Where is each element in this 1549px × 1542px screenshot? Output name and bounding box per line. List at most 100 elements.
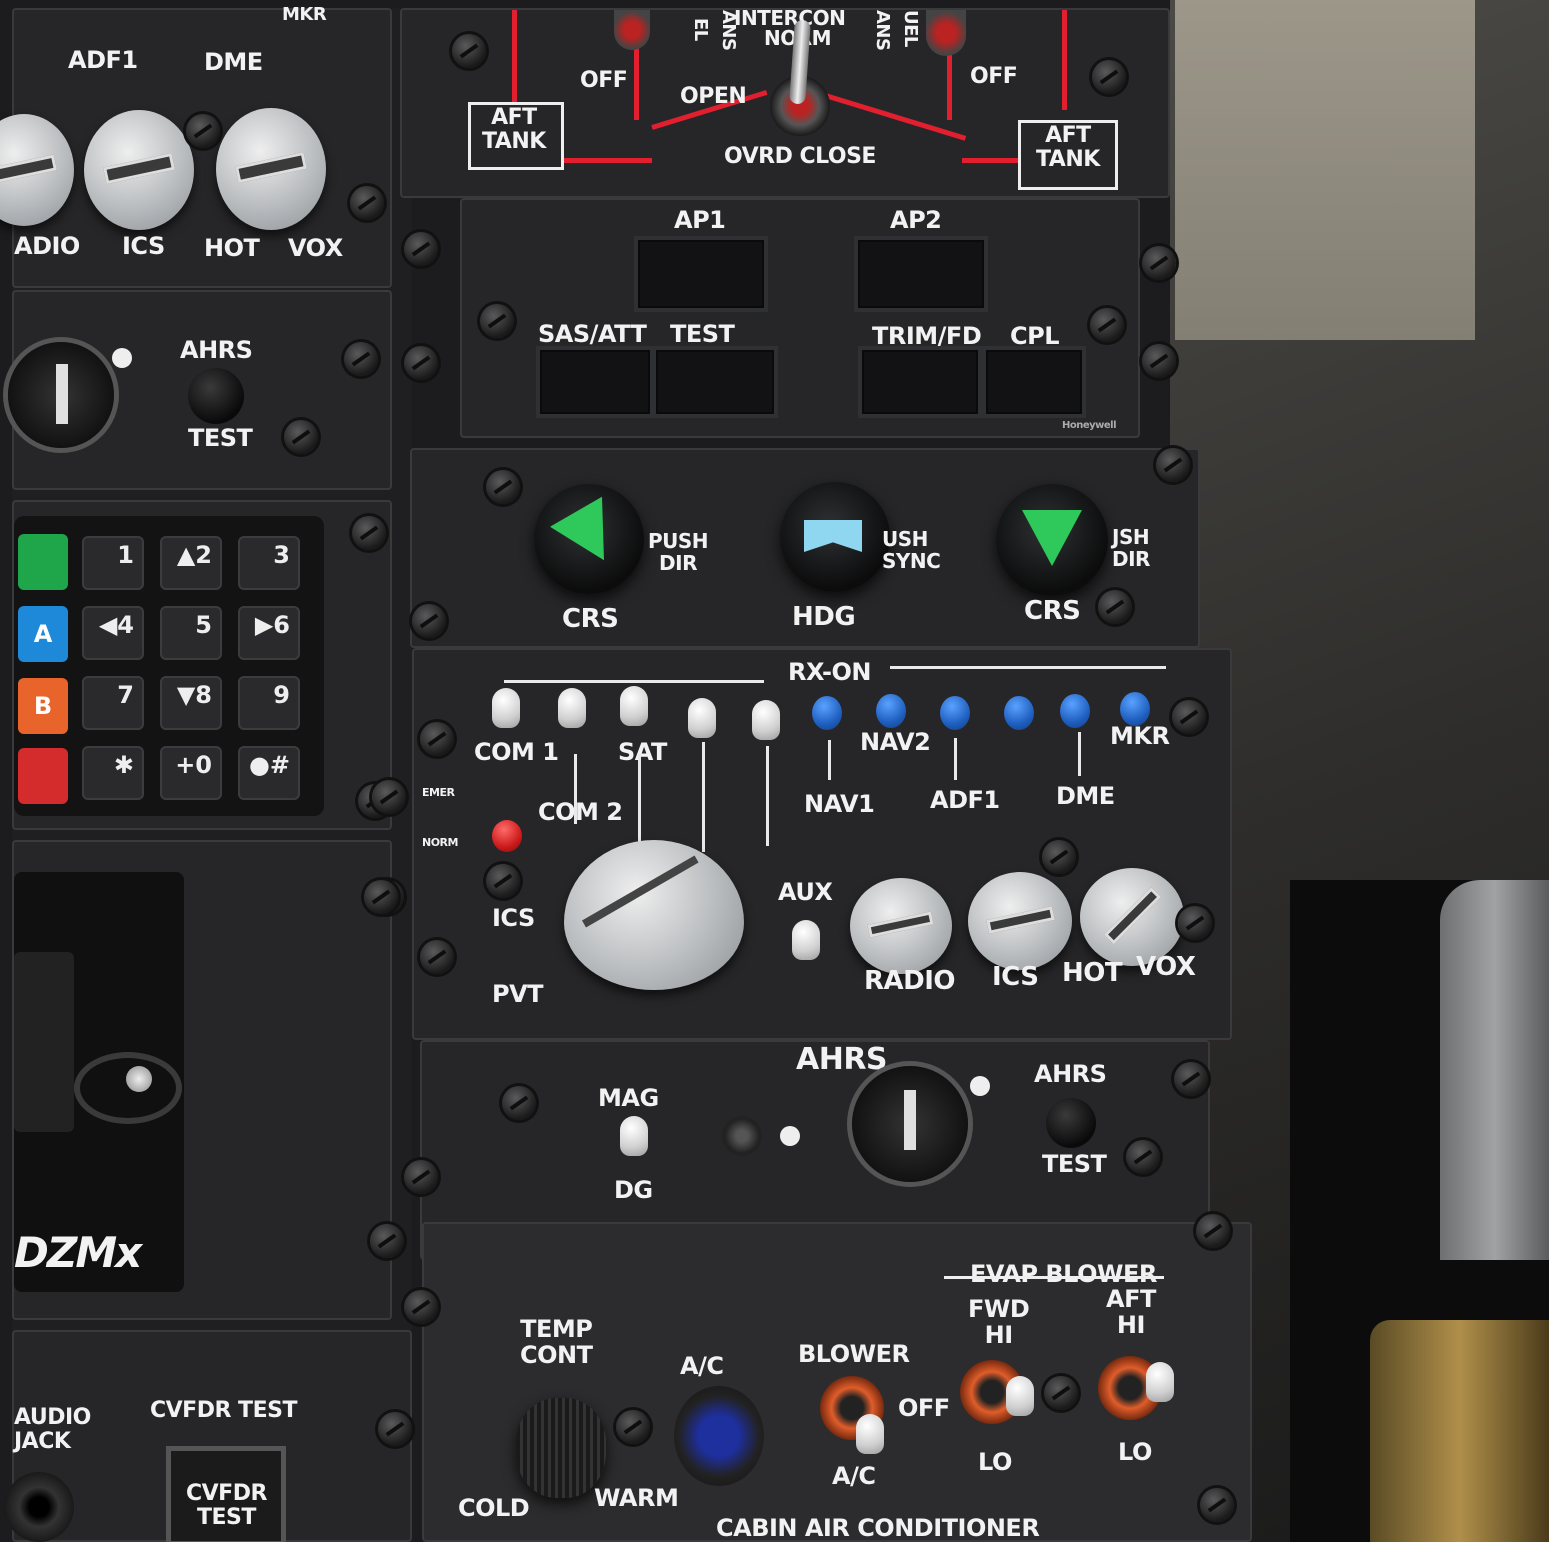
course-panel: PUSH DIR CRS USH SYNC HDG JSH DIR CRS bbox=[410, 448, 1200, 648]
audio-jack[interactable] bbox=[4, 1472, 74, 1542]
blower-lever[interactable] bbox=[856, 1414, 884, 1454]
left-radio-label: ADIO bbox=[14, 232, 80, 260]
panel-detail bbox=[582, 855, 699, 928]
panel-screw bbox=[378, 1412, 412, 1446]
nav1-toggle[interactable] bbox=[812, 696, 842, 730]
sat-toggle[interactable] bbox=[620, 686, 648, 726]
crs-right-knob[interactable] bbox=[996, 484, 1108, 596]
key-8[interactable]: ▼8 bbox=[160, 676, 222, 730]
mag-dg-toggle[interactable] bbox=[620, 1116, 648, 1156]
crs-left-label: CRS bbox=[562, 604, 619, 634]
key-5[interactable]: 5 bbox=[160, 606, 222, 660]
com1-toggle[interactable] bbox=[492, 688, 520, 728]
end-key[interactable] bbox=[18, 748, 68, 804]
off-label: OFF bbox=[898, 1394, 950, 1422]
key-3[interactable]: 3 bbox=[238, 536, 300, 590]
left-hot-vox-knob[interactable] bbox=[216, 108, 326, 230]
key-star[interactable]: ✱ bbox=[82, 746, 144, 800]
key-7[interactable]: 7 bbox=[82, 676, 144, 730]
sas-att-button[interactable] bbox=[536, 346, 654, 418]
left-ahrs-test-button[interactable] bbox=[188, 368, 244, 424]
panel-detail bbox=[56, 364, 68, 424]
key-hash[interactable]: ●# bbox=[238, 746, 300, 800]
cpl-button[interactable] bbox=[982, 346, 1086, 418]
aft-hi-label: AFT HI bbox=[1106, 1285, 1156, 1339]
ap1-button[interactable] bbox=[634, 236, 768, 312]
left-radio-knob[interactable] bbox=[0, 114, 74, 226]
emer-norm-toggle[interactable] bbox=[492, 820, 522, 852]
left-ics-knob[interactable] bbox=[84, 110, 194, 230]
cable-bracket bbox=[14, 952, 74, 1132]
com2-toggle[interactable] bbox=[558, 688, 586, 728]
adf2-toggle[interactable] bbox=[1004, 696, 1034, 730]
radio-volume-knob[interactable] bbox=[850, 878, 952, 974]
test-button[interactable] bbox=[652, 346, 778, 418]
panel-guide-line bbox=[504, 680, 764, 683]
panel-guide-line bbox=[702, 742, 705, 852]
left-ahrs-annunciator bbox=[8, 342, 114, 448]
panel-screw bbox=[1174, 1062, 1208, 1096]
dme-toggle[interactable] bbox=[1060, 694, 1090, 728]
crs-left-pointer bbox=[550, 496, 630, 576]
ac-switch[interactable] bbox=[674, 1386, 764, 1486]
com1-label: COM 1 bbox=[474, 738, 559, 766]
ahrs-annunciator bbox=[852, 1066, 968, 1182]
knob-indicator-bar bbox=[867, 911, 935, 939]
dme-label: DME bbox=[1056, 782, 1115, 810]
mkr-toggle[interactable] bbox=[1120, 692, 1150, 726]
ics-volume-knob[interactable] bbox=[968, 872, 1072, 970]
panel-screw bbox=[486, 470, 520, 504]
aux-toggle[interactable] bbox=[792, 920, 820, 960]
adf1-toggle[interactable] bbox=[940, 696, 970, 730]
aft-tank-left-label: AFT TANK bbox=[482, 105, 546, 154]
crs-left-knob[interactable] bbox=[534, 484, 644, 594]
audio-jack-label: AUDIO JACK bbox=[14, 1405, 91, 1454]
key-2[interactable]: ▲2 bbox=[160, 536, 222, 590]
off-right-label: OFF bbox=[970, 64, 1018, 89]
spare2-toggle[interactable] bbox=[752, 700, 780, 740]
ap2-button[interactable] bbox=[854, 236, 988, 312]
spare1-toggle[interactable] bbox=[688, 698, 716, 738]
radio-label: RADIO bbox=[864, 966, 956, 996]
key-9[interactable]: 9 bbox=[238, 676, 300, 730]
fwd-blower-lever[interactable] bbox=[1006, 1376, 1034, 1416]
panel-detail bbox=[944, 1276, 1164, 1279]
panel-screw bbox=[1156, 448, 1190, 482]
knob-indicator-bar bbox=[234, 152, 308, 184]
panel-screw bbox=[1172, 700, 1206, 734]
audio-selector-knob[interactable] bbox=[564, 840, 744, 990]
audio-panel: RX-ON COM 1 SAT NAV2 MKR NAV1 ADF1 DME C… bbox=[412, 648, 1232, 1040]
right-fuel-toggle[interactable] bbox=[926, 10, 966, 56]
sat-label: SAT bbox=[618, 738, 667, 766]
panel-screw bbox=[486, 864, 520, 898]
ahrs-light bbox=[970, 1076, 990, 1096]
panel-guide-line bbox=[574, 754, 577, 824]
mag-label: MAG bbox=[598, 1084, 659, 1112]
key-4[interactable]: ◀4 bbox=[82, 606, 144, 660]
ahrs-test-button[interactable] bbox=[1046, 1098, 1096, 1148]
temp-cont-knob[interactable] bbox=[516, 1398, 606, 1498]
panel-screw bbox=[480, 304, 514, 338]
panel-screw bbox=[350, 186, 384, 220]
key-0[interactable]: +0 bbox=[160, 746, 222, 800]
key-6[interactable]: ▶6 bbox=[238, 606, 300, 660]
slew-switch[interactable] bbox=[722, 1116, 762, 1156]
aft-blower-lever[interactable] bbox=[1146, 1362, 1174, 1402]
evap-blower-label: EVAP BLOWER bbox=[970, 1260, 1157, 1288]
b-key[interactable]: B bbox=[18, 678, 68, 734]
key-1[interactable]: 1 bbox=[82, 536, 144, 590]
panel-screw bbox=[284, 420, 318, 454]
nav2-toggle[interactable] bbox=[876, 694, 906, 728]
panel-screw bbox=[1142, 246, 1176, 280]
rivet bbox=[126, 1066, 152, 1092]
call-key[interactable] bbox=[18, 534, 68, 590]
a-key[interactable]: A bbox=[18, 606, 68, 662]
ahrs-test-bottom-label: TEST bbox=[1042, 1150, 1107, 1178]
left-fuel-toggle[interactable] bbox=[614, 10, 650, 50]
dg-label: DG bbox=[614, 1176, 653, 1204]
trim-fd-button[interactable] bbox=[858, 346, 982, 418]
push-sync-label: USH SYNC bbox=[882, 527, 941, 573]
cvfdr-test-label: CVFDR TEST bbox=[150, 1398, 297, 1423]
ics-knob-label: ICS bbox=[992, 962, 1039, 992]
hdg-knob[interactable] bbox=[780, 482, 890, 592]
